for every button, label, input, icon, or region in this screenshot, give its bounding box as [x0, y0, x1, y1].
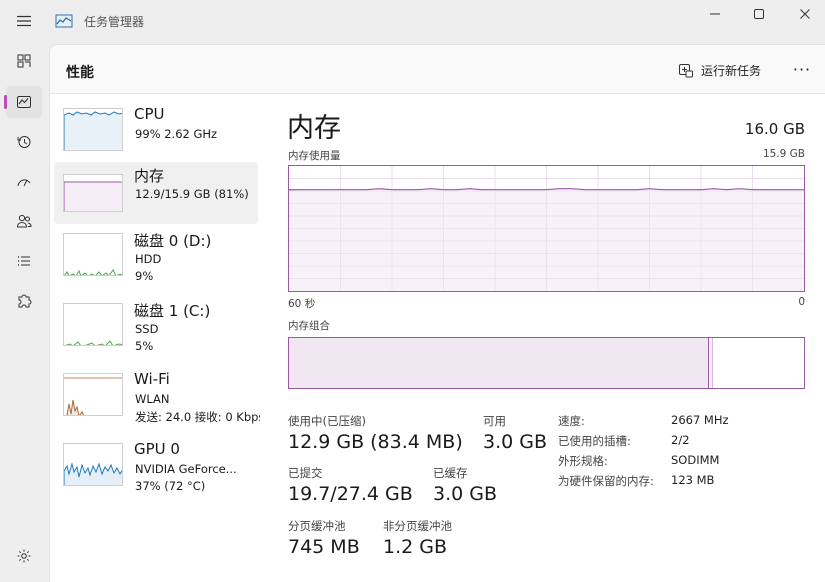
graph-time-right: 0 [798, 296, 805, 308]
page-title: 性能 [66, 65, 94, 81]
hamburger-icon [17, 15, 31, 27]
services-puzzle-icon [18, 294, 32, 308]
more-options-button[interactable]: ··· [788, 57, 816, 81]
performance-icon [17, 96, 31, 108]
paged-pool-label: 分页缓冲池 [288, 519, 346, 533]
resource-name: 磁盘 1 (C:) [134, 302, 211, 320]
resource-name: CPU [134, 105, 165, 123]
memory-usage-area [289, 188, 804, 291]
performance-content: CPU 99% 2.62 GHz 内存 12.9/15.9 GB (81%) 磁… [50, 93, 825, 582]
minimize-button[interactable] [692, 4, 738, 24]
resource-detail: 99% 2.62 GHz [135, 127, 218, 141]
startup-gauge-icon [17, 179, 31, 187]
committed-value: 19.7/27.4 GB [288, 483, 413, 505]
nonpaged-pool-value: 1.2 GB [383, 536, 448, 558]
processes-icon [17, 54, 31, 68]
resource-detail: SSD [135, 322, 159, 336]
resource-detail: WLAN [135, 392, 170, 406]
run-new-task-label: 运行新任务 [701, 63, 762, 78]
resource-name: Wi-Fi [134, 370, 170, 388]
available-label: 可用 [483, 414, 506, 428]
spec-form-factor-value: SODIMM [671, 453, 720, 467]
run-task-icon [679, 64, 693, 78]
nav-app-history[interactable] [6, 126, 42, 158]
resource-detail: 12.9/15.9 GB (81%) [135, 187, 249, 201]
resource-detail: HDD [135, 252, 162, 266]
resource-detail: NVIDIA GeForce... [135, 462, 237, 476]
resource-usage: 37% (72 °C) [135, 479, 206, 493]
resource-item-cpu[interactable]: CPU 99% 2.62 GHz [54, 102, 258, 164]
main-panel: 性能 运行新任务 ··· CPU 99% 2.62 GHz 内存 12.9/15… [49, 44, 825, 582]
cached-label: 已缓存 [433, 466, 468, 480]
resource-usage: 9% [135, 269, 154, 283]
detail-title: 内存 [287, 113, 341, 144]
in-use-value: 12.9 GB (83.4 MB) [288, 431, 463, 453]
run-new-task-button[interactable]: 运行新任务 [678, 59, 761, 81]
settings-gear-icon [17, 549, 31, 563]
nav-processes[interactable] [6, 45, 42, 77]
title-bar: 任务管理器 [0, 0, 825, 44]
nav-services[interactable] [6, 285, 42, 317]
spec-slots-label: 已使用的插槽: [558, 434, 631, 448]
spec-speed-label: 速度: [558, 414, 585, 428]
users-icon [16, 214, 32, 228]
nav-users[interactable] [6, 205, 42, 237]
maximize-icon [754, 9, 764, 19]
nav-startup-apps[interactable] [6, 166, 42, 198]
memory-composition-label: 内存组合 [288, 320, 330, 332]
resource-item-gpu[interactable]: GPU 0 NVIDIA GeForce... 37% (72 °C) [54, 437, 258, 499]
history-icon [17, 136, 31, 148]
memory-usage-label: 内存使用量 [288, 150, 341, 162]
resource-name: 磁盘 0 (D:) [134, 232, 212, 250]
disk-1-thumbnail-graph [63, 303, 123, 346]
committed-label: 已提交 [288, 466, 323, 480]
cpu-thumbnail-graph [63, 108, 123, 151]
resource-item-disk-0[interactable]: 磁盘 0 (D:) HDD 9% [54, 227, 258, 289]
total-memory: 16.0 GB [744, 120, 805, 138]
spec-speed-value: 2667 MHz [671, 413, 729, 427]
resource-usage: 5% [135, 339, 154, 353]
spec-reserved-value: 123 MB [671, 473, 715, 487]
graph-time-left: 60 秒 [288, 298, 316, 310]
minimize-icon [710, 13, 720, 15]
memory-composition-bar [288, 337, 805, 389]
resource-name: GPU 0 [134, 440, 180, 458]
in-use-label: 使用中(已压缩) [288, 414, 366, 428]
resource-item-wifi[interactable]: Wi-Fi WLAN 发送: 24.0 接收: 0 Kbps [54, 367, 260, 429]
gpu-thumbnail-graph [63, 443, 123, 486]
maximize-button[interactable] [736, 4, 782, 24]
hamburger-menu-button[interactable] [8, 6, 40, 36]
wifi-thumbnail-graph [63, 373, 123, 416]
resource-usage: 发送: 24.0 接收: 0 Kbps [135, 410, 260, 424]
memory-usage-graph [288, 165, 805, 292]
composition-in-use [289, 338, 709, 388]
cached-value: 3.0 GB [433, 483, 498, 505]
nonpaged-pool-label: 非分页缓冲池 [383, 519, 452, 533]
paged-pool-value: 745 MB [288, 536, 360, 558]
spec-reserved-label: 为硬件保留的内存: [558, 474, 654, 488]
close-button[interactable] [782, 4, 825, 24]
resource-item-disk-1[interactable]: 磁盘 1 (C:) SSD 5% [54, 297, 258, 359]
available-value: 3.0 GB [483, 431, 548, 453]
memory-usage-max: 15.9 GB [762, 148, 805, 160]
window-title: 任务管理器 [84, 15, 145, 29]
details-list-icon [18, 256, 30, 266]
nav-performance[interactable] [4, 86, 42, 118]
nav-details[interactable] [6, 245, 42, 277]
memory-thumbnail-graph [63, 174, 123, 212]
spec-slots-value: 2/2 [671, 433, 690, 447]
resource-name: 内存 [134, 167, 165, 185]
nav-settings[interactable] [6, 540, 42, 572]
resource-item-memory[interactable]: 内存 12.9/15.9 GB (81%) [54, 162, 258, 224]
memory-usage-chart [289, 166, 804, 291]
composition-modified [710, 338, 713, 388]
close-icon [800, 9, 810, 19]
spec-form-factor-label: 外形规格: [558, 454, 608, 468]
disk-0-thumbnail-graph [63, 233, 123, 276]
task-manager-app-icon [55, 14, 73, 28]
